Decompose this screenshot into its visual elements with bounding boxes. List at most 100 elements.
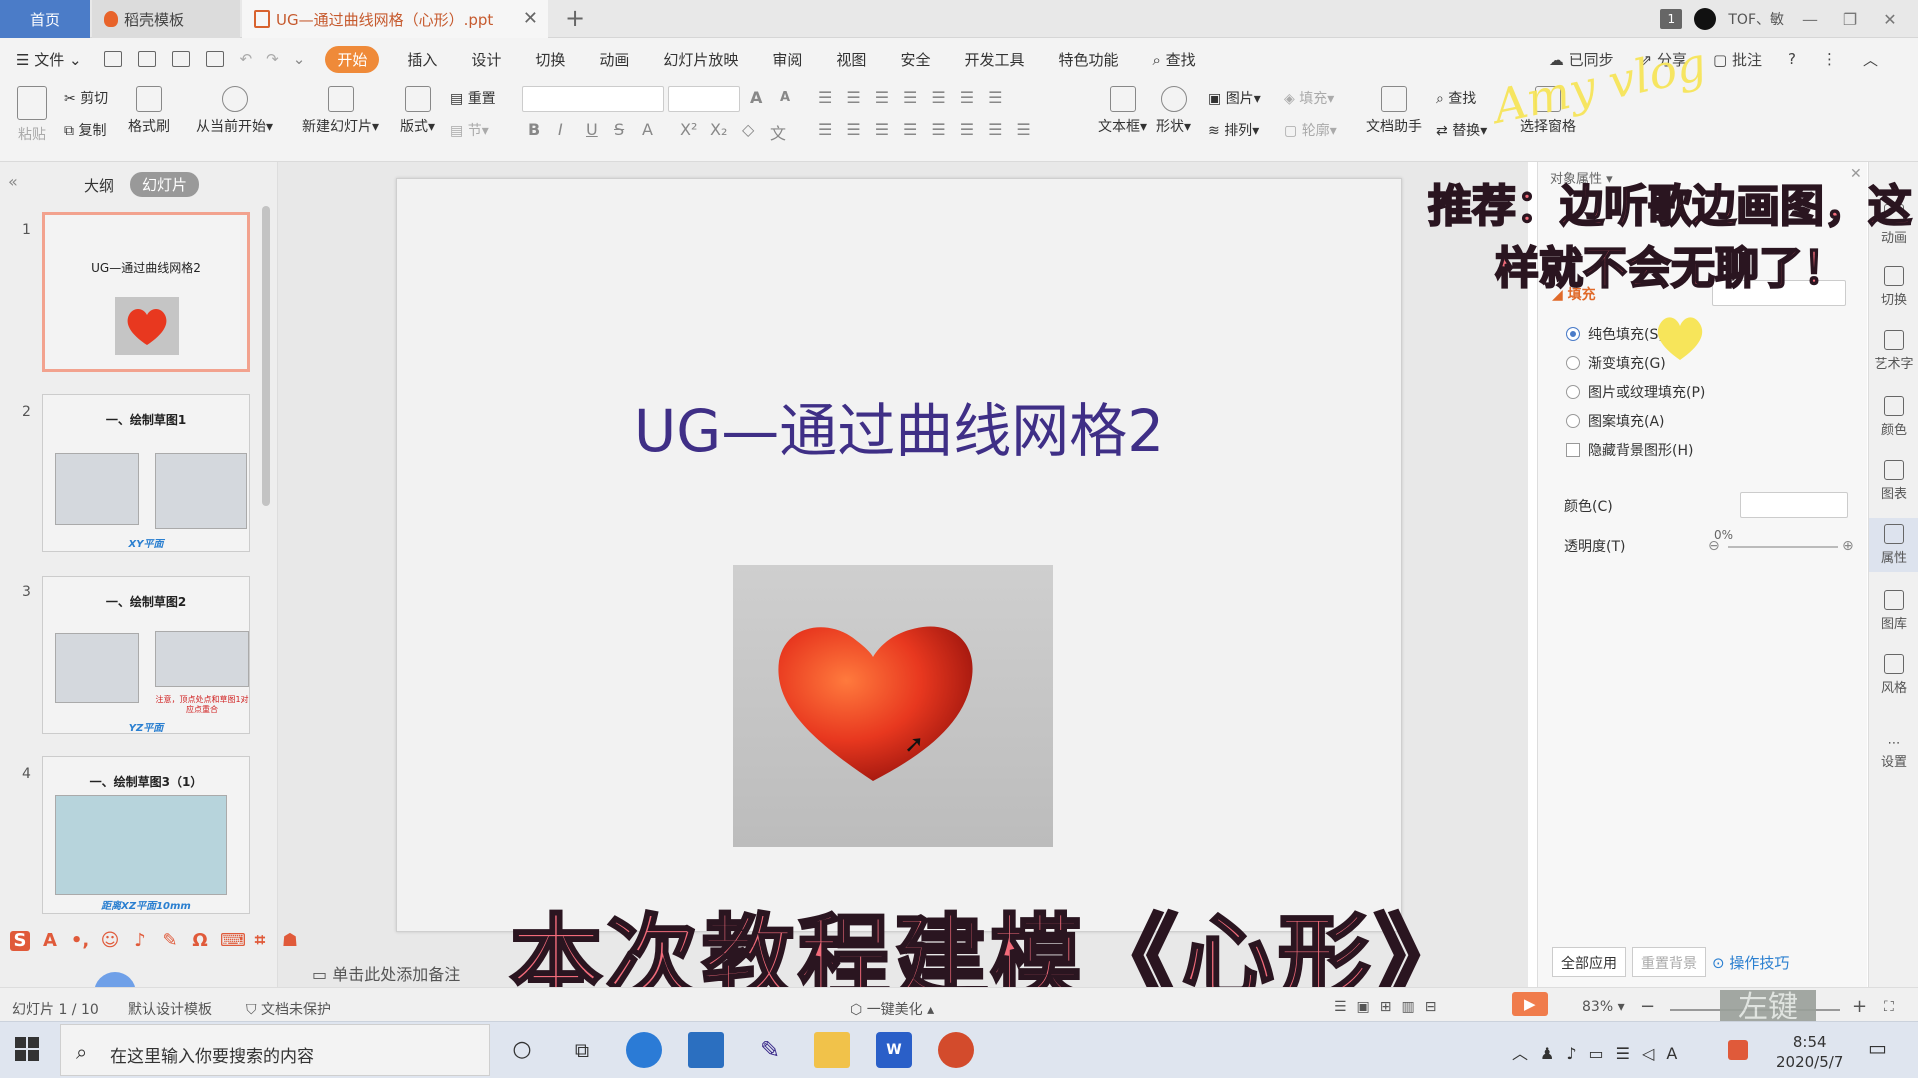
grow-font-icon[interactable]: A bbox=[750, 88, 762, 107]
zoom-in-icon[interactable]: + bbox=[1852, 996, 1867, 1017]
pen-app-icon[interactable]: ✎ bbox=[752, 1032, 788, 1068]
slide-thumbnail-4[interactable]: 一、绘制草图3（1） 距离XZ平面10mm bbox=[42, 756, 250, 914]
collapse-panel-icon[interactable]: « bbox=[8, 172, 18, 191]
replace-button[interactable]: ⇄ 替换▾ bbox=[1436, 120, 1487, 140]
collapse-ribbon-icon[interactable]: ︿ bbox=[1863, 49, 1878, 70]
font-size-select[interactable] bbox=[668, 86, 740, 112]
eraser-icon[interactable]: ◇ bbox=[742, 120, 754, 139]
customize-qat-icon[interactable]: ⌄ bbox=[293, 50, 306, 68]
thumbnail-scrollbar[interactable] bbox=[262, 206, 270, 506]
section-button[interactable]: ▤ 节▾ bbox=[450, 120, 489, 140]
phonetic-icon[interactable]: 文 bbox=[770, 120, 786, 144]
toolbar-color[interactable]: 颜色 bbox=[1869, 396, 1918, 438]
notes-placeholder[interactable]: ▭ 单击此处添加备注 bbox=[312, 961, 460, 985]
copy-button[interactable]: ⧉ 复制 bbox=[64, 120, 106, 140]
subscript-icon[interactable]: X₂ bbox=[710, 120, 727, 139]
underline-icon[interactable]: U bbox=[586, 120, 598, 139]
toolbar-wordart[interactable]: 艺术字 bbox=[1869, 330, 1918, 372]
fill-button[interactable]: ◈ 填充▾ bbox=[1284, 88, 1334, 108]
transparency-slider[interactable] bbox=[1728, 546, 1838, 548]
avatar[interactable] bbox=[1694, 8, 1717, 30]
redo-icon[interactable]: ↷ bbox=[266, 50, 279, 68]
shape-button[interactable]: 形状▾ bbox=[1156, 86, 1191, 136]
slide[interactable]: UG—通过曲线网格2 bbox=[396, 178, 1402, 932]
outline-button[interactable]: ▢ 轮廓▾ bbox=[1284, 120, 1337, 140]
toolbar-properties[interactable]: 属性 bbox=[1869, 518, 1918, 572]
taskbar-clock[interactable]: 8:54 2020/5/7 bbox=[1776, 1032, 1843, 1072]
menu-transition[interactable]: 切换 bbox=[535, 49, 565, 70]
play-slideshow-button[interactable]: ▶ bbox=[1512, 992, 1548, 1016]
sogou-tray-icon[interactable] bbox=[1728, 1040, 1748, 1060]
menu-developer[interactable]: 开发工具 bbox=[964, 49, 1024, 70]
pen-icon[interactable]: ✎ bbox=[160, 931, 180, 951]
cortana-icon[interactable]: ○ bbox=[504, 1032, 540, 1068]
file-menu[interactable]: ☰ 文件 ⌄ bbox=[16, 49, 82, 70]
text-box-button[interactable]: 文本框▾ bbox=[1098, 86, 1147, 136]
protection-status[interactable]: ⛉ 文档未保护 bbox=[246, 999, 331, 1019]
paragraph-tools-row1[interactable]: ☰☰☰☰☰☰☰ bbox=[818, 88, 1016, 107]
mail-icon[interactable] bbox=[688, 1032, 724, 1068]
keyboard-icon[interactable]: ⌨ bbox=[220, 931, 246, 951]
doc-assistant-button[interactable]: 文档助手 bbox=[1366, 86, 1422, 136]
windows-start-icon[interactable] bbox=[14, 1036, 40, 1062]
toolbar-style[interactable]: 风格 bbox=[1869, 654, 1918, 696]
emoji-icon[interactable]: ☺ bbox=[100, 931, 120, 951]
tab-template[interactable]: 稻壳模板 bbox=[92, 0, 240, 38]
toolbar-settings[interactable]: ⋯ 设置 bbox=[1869, 736, 1918, 770]
menu-start[interactable]: 开始 bbox=[325, 45, 380, 73]
wps-app-icon[interactable] bbox=[938, 1032, 974, 1068]
heart-image[interactable] bbox=[733, 565, 1053, 847]
user-name[interactable]: TOF、敏 bbox=[1728, 9, 1784, 29]
template-name[interactable]: 默认设计模板 bbox=[128, 999, 212, 1019]
menu-slideshow[interactable]: 幻灯片放映 bbox=[663, 49, 738, 70]
tips-link[interactable]: ⊙ 操作技巧 bbox=[1712, 952, 1789, 973]
restore-icon[interactable]: ❐ bbox=[1836, 10, 1864, 29]
reset-background-button[interactable]: 重置背景 bbox=[1632, 947, 1706, 977]
new-tab-button[interactable]: + bbox=[560, 4, 590, 32]
tab-home[interactable]: 首页 bbox=[0, 0, 90, 38]
tab-document[interactable]: UG—通过曲线网格（心形）.ppt ✕ bbox=[242, 0, 548, 38]
layout-button[interactable]: 版式▾ bbox=[400, 86, 435, 136]
taskbar-search-placeholder[interactable]: 在这里输入你要搜索的内容 bbox=[110, 1042, 314, 1067]
from-current-button[interactable]: 从当前开始▾ bbox=[196, 86, 273, 136]
file-explorer-icon[interactable] bbox=[814, 1032, 850, 1068]
microphone-icon[interactable]: ♪ bbox=[130, 931, 150, 951]
reset-button[interactable]: ▤ 重置 bbox=[450, 88, 496, 108]
menu-search[interactable]: ⌕ 查找 bbox=[1152, 49, 1195, 70]
menu-security[interactable]: 安全 bbox=[900, 49, 930, 70]
format-painter-button[interactable]: 格式刷 bbox=[128, 86, 170, 136]
comment-button[interactable]: ▢ 批注 bbox=[1713, 49, 1762, 70]
menu-animation[interactable]: 动画 bbox=[599, 49, 629, 70]
print-preview-icon[interactable] bbox=[205, 51, 224, 67]
italic-icon[interactable]: I bbox=[558, 120, 563, 139]
font-tool-icon[interactable]: A bbox=[40, 931, 60, 951]
task-view-icon[interactable]: ⧉ bbox=[564, 1032, 600, 1068]
radio-picture-fill[interactable]: 图片或纹理填充(P) bbox=[1566, 382, 1705, 402]
tab-outline[interactable]: 大纲 bbox=[84, 175, 114, 196]
sogou-logo-icon[interactable]: S bbox=[10, 931, 30, 951]
menu-view[interactable]: 视图 bbox=[836, 49, 866, 70]
minus-icon[interactable]: ⊖ bbox=[1708, 538, 1720, 554]
shrink-font-icon[interactable]: A bbox=[780, 90, 790, 105]
beautify-button[interactable]: ⬡ 一键美化 ▴ bbox=[850, 999, 934, 1019]
find-button[interactable]: ⌕ 查找 bbox=[1436, 88, 1476, 108]
arrange-button[interactable]: ≋ 排列▾ bbox=[1208, 120, 1259, 140]
close-tab-icon[interactable]: ✕ bbox=[523, 8, 538, 29]
slide-title[interactable]: UG—通过曲线网格2 bbox=[397, 384, 1401, 468]
window-count-badge[interactable]: 1 bbox=[1660, 9, 1683, 29]
symbol-icon[interactable]: Ω bbox=[190, 931, 210, 951]
tab-slides[interactable]: 幻灯片 bbox=[130, 172, 200, 197]
menu-insert[interactable]: 插入 bbox=[407, 49, 437, 70]
save-icon[interactable] bbox=[103, 51, 122, 67]
notification-icon[interactable]: ▭ bbox=[1868, 1036, 1887, 1060]
paste-button[interactable]: 粘贴 bbox=[12, 86, 52, 144]
picture-button[interactable]: ▣ 图片▾ bbox=[1208, 88, 1261, 108]
plus-icon[interactable]: ⊕ bbox=[1842, 538, 1854, 554]
slide-thumbnail-1[interactable]: UG—通过曲线网格2 bbox=[42, 212, 250, 372]
tools-icon[interactable]: ☗ bbox=[280, 931, 300, 951]
wps-writer-icon[interactable]: W bbox=[876, 1032, 912, 1068]
view-buttons[interactable]: ☰▣⊞▥⊟ bbox=[1334, 999, 1446, 1015]
edge-browser-icon[interactable] bbox=[626, 1032, 662, 1068]
font-color-icon[interactable]: A bbox=[642, 120, 653, 139]
punctuation-icon[interactable]: •, bbox=[70, 931, 90, 951]
